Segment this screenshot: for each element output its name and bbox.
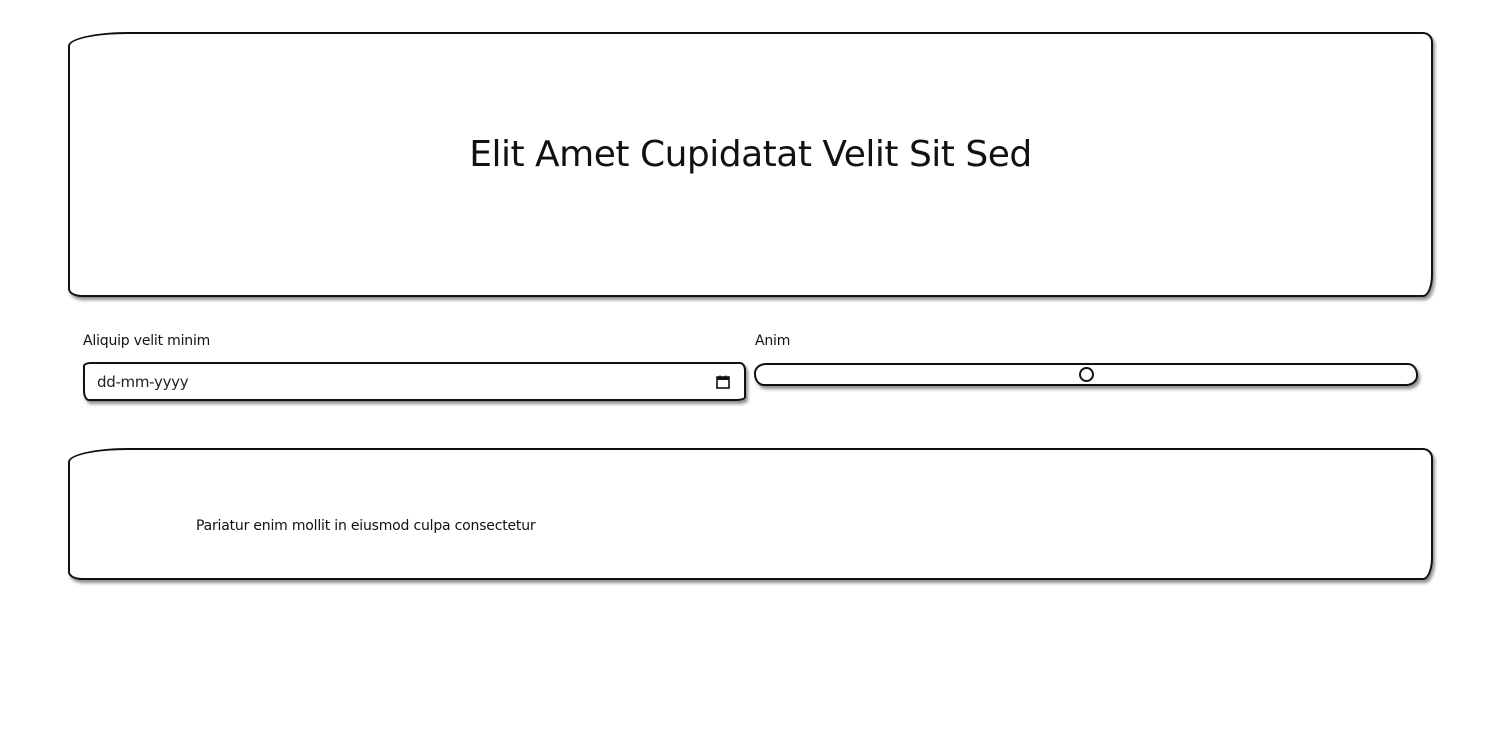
- date-field-label: Aliquip velit minim: [83, 333, 211, 349]
- note-card: Pariatur enim mollit in eiusmod culpa co…: [68, 448, 1433, 580]
- note-text: Pariatur enim mollit in eiusmod culpa co…: [196, 518, 536, 534]
- page-title: Elit Amet Cupidatat Velit Sit Sed: [469, 134, 1032, 175]
- date-input-placeholder: dd-mm-yyyy: [97, 372, 189, 391]
- range-field-label: Anim: [755, 333, 791, 349]
- hero-panel: Elit Amet Cupidatat Velit Sit Sed: [68, 32, 1433, 297]
- calendar-icon[interactable]: [716, 375, 730, 389]
- range-slider[interactable]: [754, 363, 1418, 386]
- date-input[interactable]: dd-mm-yyyy: [83, 362, 746, 401]
- range-slider-thumb[interactable]: [1079, 367, 1094, 382]
